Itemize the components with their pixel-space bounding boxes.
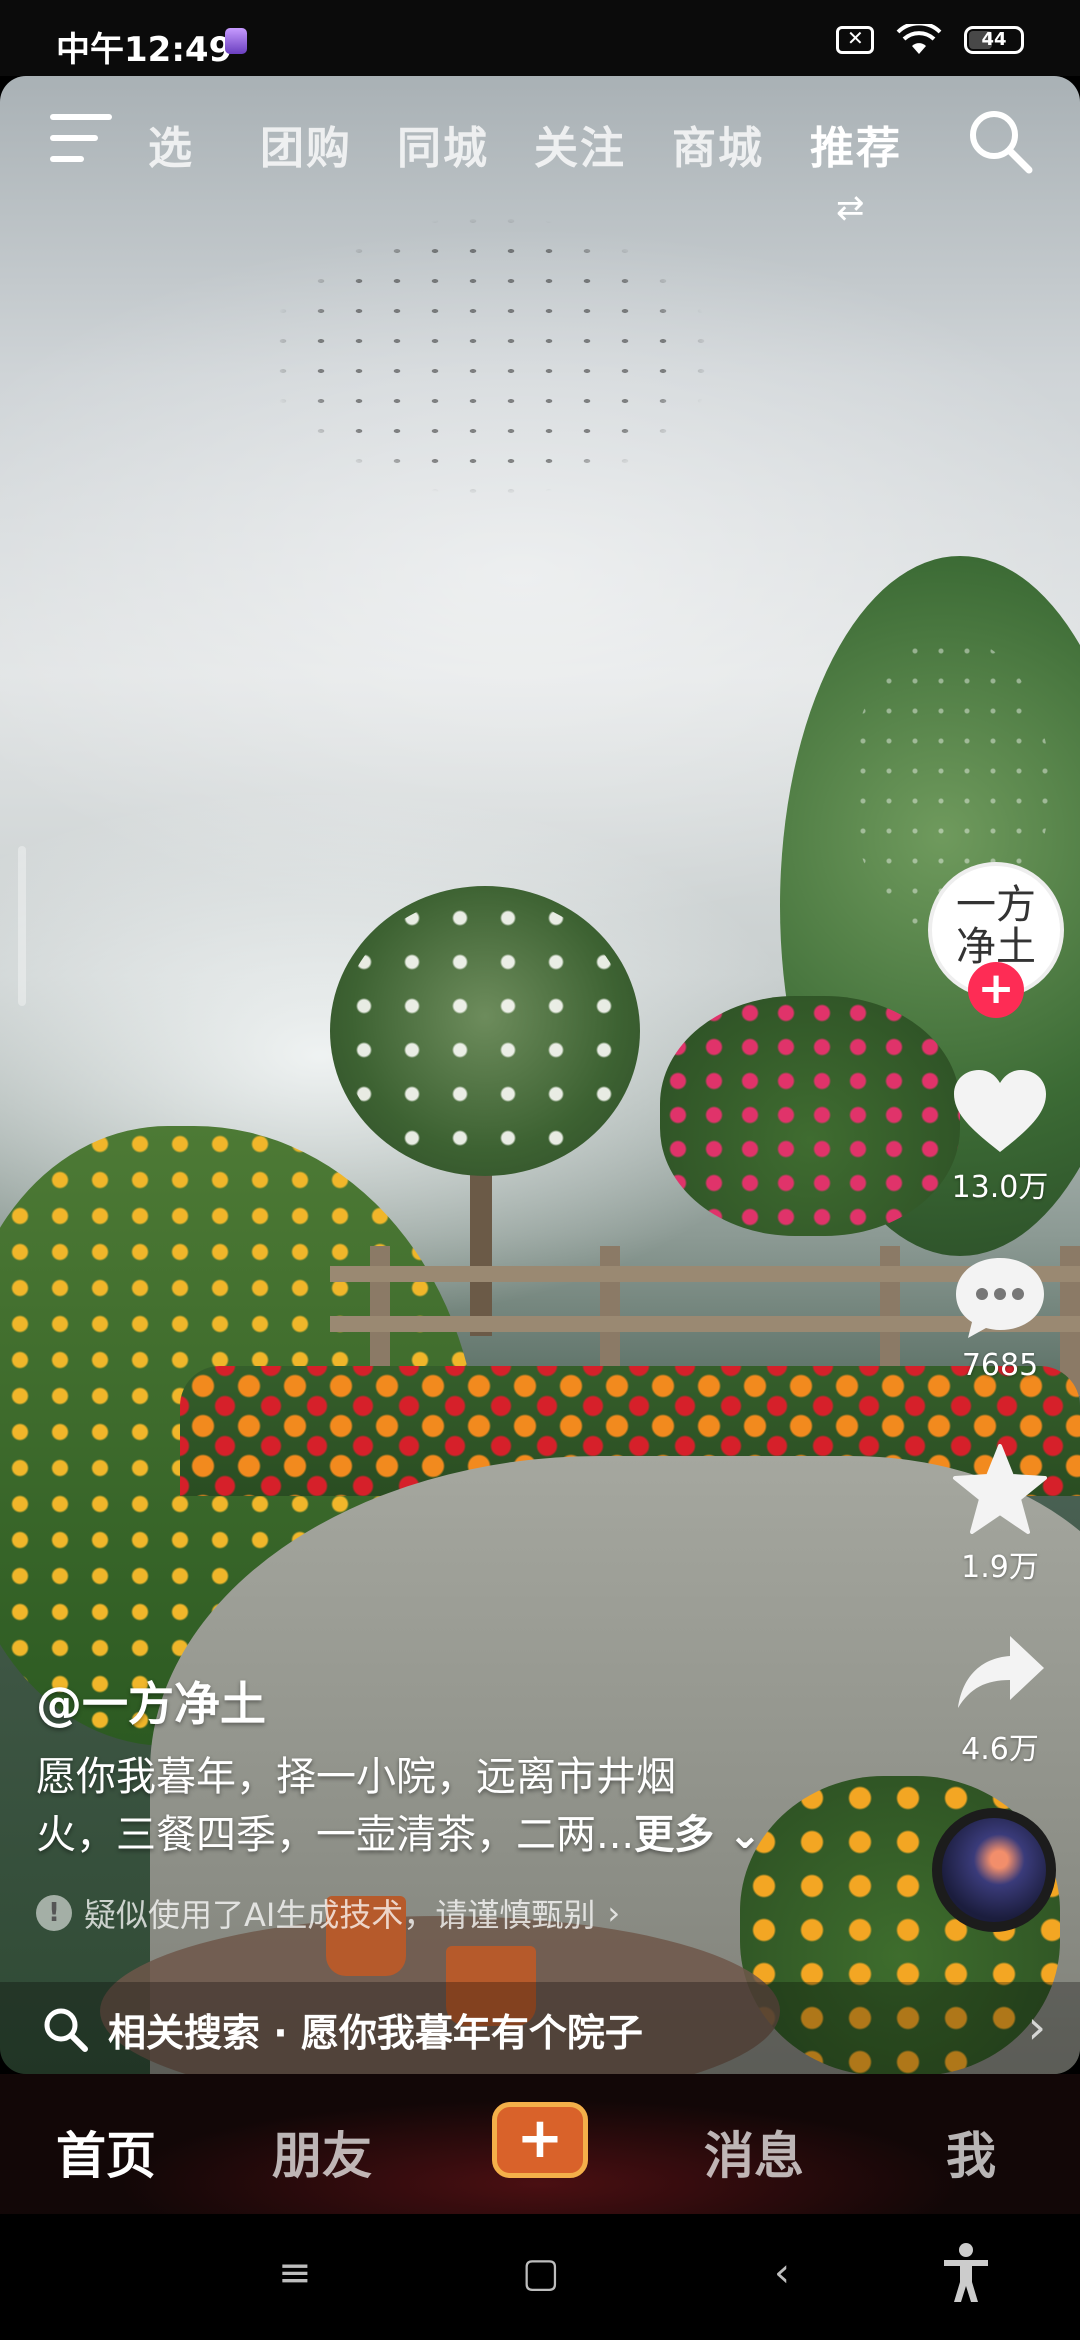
tab-recommend[interactable]: 推荐 [810, 112, 902, 176]
search-icon [44, 2008, 88, 2052]
heart-icon [954, 1070, 1046, 1152]
ai-notice[interactable]: ! 疑似使用了AI生成技术，请谨慎甄别 › [36, 1890, 620, 1936]
ai-notice-text: 疑似使用了AI生成技术，请谨慎甄别 [84, 1896, 596, 1934]
tab-me[interactable]: 我 [946, 2116, 996, 2188]
video-rose-bush [660, 996, 960, 1236]
chevron-right-icon: › [1027, 2000, 1046, 2054]
like-count: 13.0万 [951, 1170, 1049, 1205]
favorite-button[interactable]: 1.9万 [940, 1444, 1060, 1586]
tab-featured[interactable]: 选 [148, 112, 194, 176]
status-bar: 中午12:49 44 [0, 0, 1080, 76]
status-indicators: 44 [836, 24, 1024, 56]
status-time: 中午12:49 [56, 30, 233, 70]
bottom-tab-bar: 首页 朋友 + 消息 我 [0, 2074, 1080, 2214]
video-flower-tree [330, 886, 640, 1176]
menu-icon[interactable] [50, 114, 116, 164]
more-label: 更多 [634, 1812, 715, 1858]
accessibility-icon[interactable] [940, 2242, 992, 2304]
favorite-count: 1.9万 [961, 1550, 1039, 1585]
more-button[interactable]: 更多 ⌄ [634, 1812, 761, 1858]
star-icon [953, 1444, 1047, 1534]
top-nav: 选 团购 同城 关注 商城 推荐 ⇄ [0, 76, 1080, 228]
music-disc[interactable] [932, 1808, 1056, 1932]
battery-indicator: 44 [964, 26, 1024, 54]
share-button[interactable]: 4.6万 [940, 1630, 1060, 1768]
notification-app-icon [225, 28, 247, 54]
search-icon[interactable] [965, 106, 1035, 176]
tab-messages[interactable]: 消息 [704, 2116, 804, 2188]
follow-button[interactable]: + [968, 962, 1024, 1018]
chevron-down-icon: ⌄ [714, 1812, 762, 1858]
tab-mall[interactable]: 商城 [672, 112, 764, 176]
system-nav-bar: ≡ ▢ ‹ [0, 2214, 1080, 2340]
share-icon [958, 1636, 1044, 1708]
tab-following[interactable]: 关注 [534, 112, 626, 176]
tab-local[interactable]: 同城 [397, 112, 489, 176]
video-birds [150, 176, 850, 636]
chevron-right-icon: › [607, 1894, 621, 1932]
recent-apps-icon[interactable]: ≡ [278, 2250, 312, 2296]
like-button[interactable]: 13.0万 [940, 1068, 1060, 1206]
comment-icon [956, 1258, 1044, 1338]
tab-friends[interactable]: 朋友 [272, 2116, 372, 2188]
left-edge-handle[interactable] [18, 846, 26, 1006]
tab-home[interactable]: 首页 [56, 2116, 156, 2188]
create-button[interactable]: + [492, 2102, 588, 2178]
share-count: 4.6万 [961, 1732, 1039, 1767]
post-caption[interactable]: 愿你我暮年，择一小院，远离市井烟 火，三餐四季，一壶清茶，二两...更多 ⌄ [36, 1748, 826, 1864]
warning-icon: ! [36, 1895, 72, 1931]
home-icon[interactable]: ▢ [522, 2250, 560, 2296]
author-name[interactable]: @一方净土 [36, 1668, 266, 1734]
back-icon[interactable]: ‹ [774, 2250, 790, 2296]
comment-button[interactable]: 7685 [940, 1254, 1060, 1383]
no-sim-icon [836, 26, 874, 54]
wifi-icon [896, 24, 942, 54]
related-search-bar[interactable]: 相关搜索 · 愿你我暮年有个院子 › [0, 1982, 1080, 2074]
tab-switch-indicator-icon: ⇄ [836, 188, 865, 228]
caption-line-1: 愿你我暮年，择一小院，远离市井烟 [36, 1754, 676, 1800]
related-search-text: 相关搜索 · 愿你我暮年有个院子 [108, 2011, 643, 2055]
caption-line-2: 火，三餐四季，一壶清茶，二两... [36, 1812, 635, 1858]
comment-count: 7685 [961, 1348, 1039, 1383]
tab-group-buy[interactable]: 团购 [260, 112, 352, 176]
